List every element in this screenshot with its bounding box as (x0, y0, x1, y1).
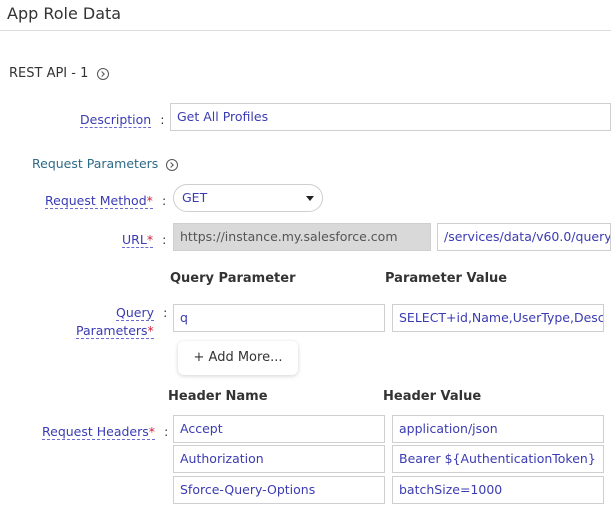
description-input[interactable]: Get All Profiles (170, 103, 611, 131)
request-method-label: Request Method* (45, 193, 153, 209)
header-name-input[interactable]: Authorization (173, 445, 385, 473)
request-method-label-wrap: Request Method* : (45, 193, 167, 209)
caret-down-icon (306, 196, 314, 201)
header-name-input[interactable]: Accept (173, 415, 385, 443)
add-more-button[interactable]: + Add More... (178, 341, 298, 375)
header-name-header: Header Name (168, 389, 268, 404)
request-parameters-label: Request Parameters (32, 156, 159, 171)
chevron-circle-right-icon[interactable] (166, 158, 179, 171)
header-value-input[interactable]: application/json (392, 415, 604, 443)
parameter-value-header: Parameter Value (385, 271, 508, 286)
url-label-wrap: URL* : (122, 232, 167, 248)
query-value-input[interactable]: SELECT+id,Name,UserType,Descr (392, 304, 604, 332)
description-label: Description (80, 112, 152, 128)
query-param-input[interactable]: q (173, 304, 385, 332)
query-label-line1-wrap: Query : (116, 305, 168, 321)
url-base-input: https://instance.my.salesforce.com (173, 223, 431, 251)
chevron-circle-right-icon[interactable] (96, 67, 109, 80)
request-parameters-toggle[interactable]: Request Parameters (32, 156, 179, 171)
query-label: Query (116, 305, 154, 321)
query-label-line2: Parameters* (76, 323, 154, 339)
title-divider (0, 30, 611, 31)
header-value-input[interactable]: Bearer ${AuthenticationToken} (392, 445, 604, 473)
description-label-wrap: Description : (80, 109, 164, 128)
request-headers-label: Request Headers* (42, 424, 156, 440)
request-headers-label-wrap: Request Headers* : (42, 424, 169, 440)
request-method-select[interactable]: GET (173, 184, 323, 212)
colon: : (156, 112, 165, 127)
query-label-line2-wrap: Parameters* (76, 320, 154, 339)
header-value-header: Header Value (383, 389, 482, 404)
request-method-value: GET (182, 190, 208, 205)
header-name-input[interactable]: Sforce-Query-Options (173, 476, 385, 504)
query-parameter-header: Query Parameter (170, 271, 296, 286)
header-value-input[interactable]: batchSize=1000 (392, 476, 604, 504)
page-title: App Role Data (7, 4, 122, 23)
url-path-input[interactable]: /services/data/v60.0/query (437, 223, 611, 251)
section-rest-api-1[interactable]: REST API - 1 (9, 66, 109, 81)
url-label: URL* (122, 232, 154, 248)
section-title: REST API - 1 (9, 66, 89, 81)
